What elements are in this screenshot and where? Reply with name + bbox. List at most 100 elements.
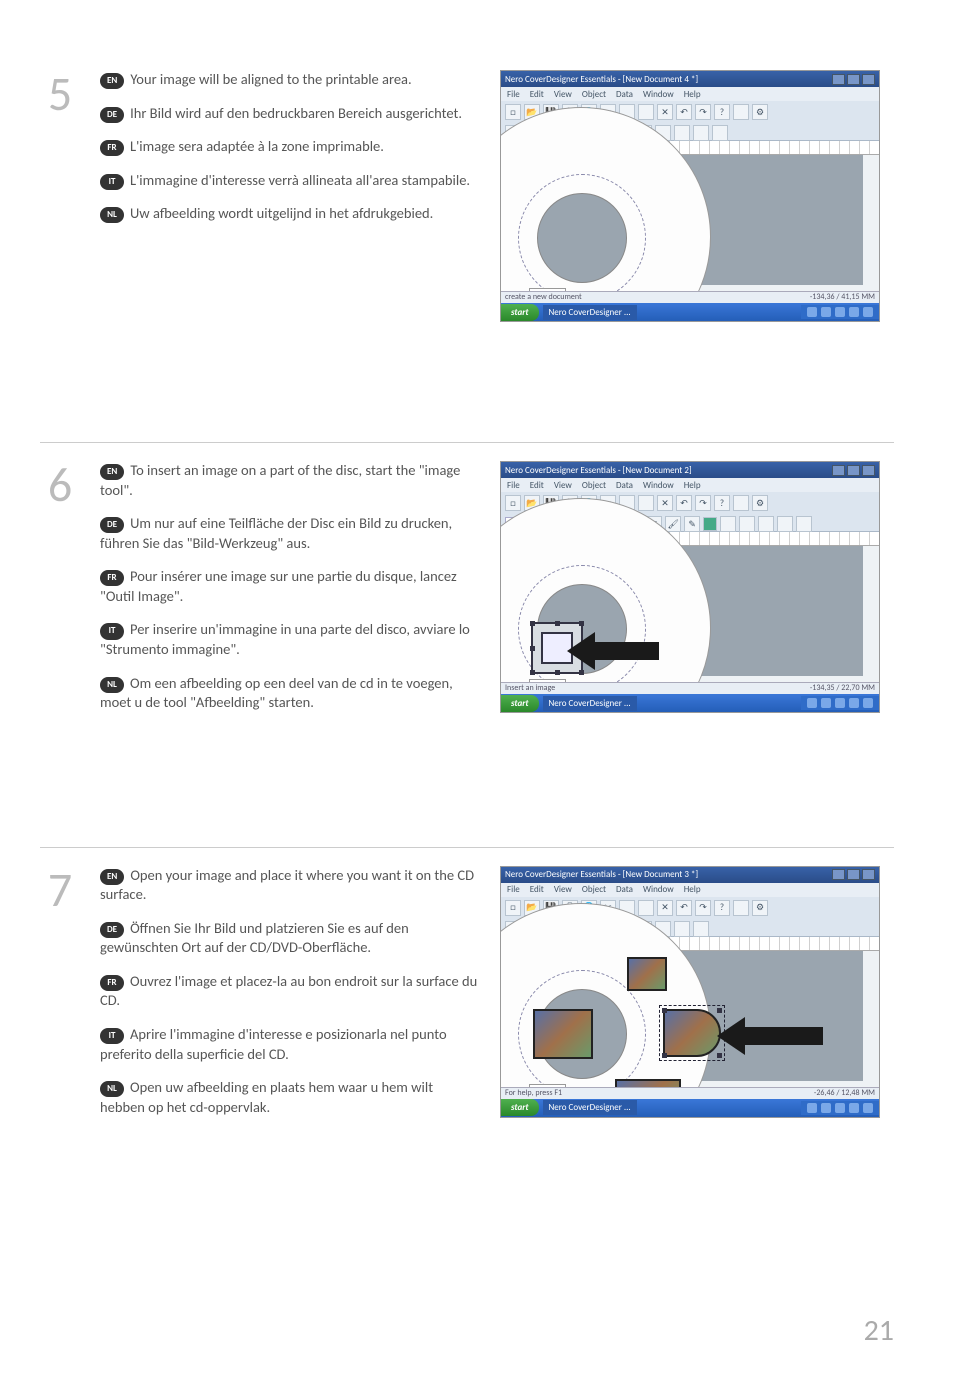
tray-icon bbox=[863, 1103, 873, 1113]
menu-object: Object bbox=[582, 89, 606, 100]
step-6-text: ENTo insert an image on a part of the di… bbox=[100, 461, 480, 727]
new-icon: □ bbox=[505, 104, 521, 120]
redo-icon: ↷ bbox=[695, 104, 711, 120]
menu-file: File bbox=[507, 89, 520, 100]
lang-it: IT bbox=[100, 623, 124, 639]
annotation-arrow bbox=[589, 642, 659, 660]
status-message: For help, press F1 bbox=[505, 1088, 562, 1099]
start-button: start bbox=[501, 695, 539, 712]
window-title: Nero CoverDesigner Essentials - [New Doc… bbox=[505, 869, 698, 880]
paste-icon bbox=[638, 104, 654, 120]
lang-de: DE bbox=[100, 922, 124, 938]
tray-icon bbox=[849, 698, 859, 708]
new-icon: □ bbox=[505, 900, 521, 916]
s5-fr: L'image sera adaptée à la zone imprimabl… bbox=[130, 137, 384, 155]
s6-fr: Pour insérer une image sur une partie du… bbox=[100, 567, 457, 605]
delete-icon: ✕ bbox=[657, 104, 673, 120]
s6-it: Per inserire un'immagine in una parte de… bbox=[100, 620, 470, 658]
delete-icon: ✕ bbox=[657, 900, 673, 916]
menu-data: Data bbox=[616, 884, 633, 895]
align4-icon bbox=[674, 125, 690, 141]
lang-fr: FR bbox=[100, 570, 124, 586]
s7-it: Aprire l'immagine d'interesse e posizion… bbox=[100, 1025, 447, 1063]
status-unit: MM bbox=[861, 1088, 875, 1098]
statusbar: Insert an image -134,35 / 22,70 MM bbox=[501, 682, 879, 694]
screenshot-6: Nero CoverDesigner Essentials - [New Doc… bbox=[500, 461, 880, 713]
step-number-5: 5 bbox=[40, 70, 80, 118]
redo-icon: ↷ bbox=[695, 900, 711, 916]
taskbar-item: Nero CoverDesigner ... bbox=[543, 305, 637, 320]
info-icon bbox=[733, 495, 749, 511]
lang-it: IT bbox=[100, 1028, 124, 1044]
workspace bbox=[529, 155, 863, 285]
statusbar: For help, press F1 -26,46 / 12,48 MM bbox=[501, 1087, 879, 1099]
statusbar: create a new document -134,36 / 41,15 MM bbox=[501, 291, 879, 303]
status-message: create a new document bbox=[505, 292, 582, 303]
tray-icon bbox=[807, 307, 817, 317]
menu-help: Help bbox=[684, 89, 701, 100]
screenshot-7: Nero CoverDesigner Essentials - [New Doc… bbox=[500, 866, 880, 1118]
status-coords: -134,35 / 22,70 bbox=[810, 683, 860, 693]
status-message: Insert an image bbox=[505, 683, 555, 694]
taskbar: start Nero CoverDesigner ... bbox=[501, 694, 879, 712]
menubar: File Edit View Object Data Window Help bbox=[501, 883, 879, 897]
step-5-text: ENYour image will be aligned to the prin… bbox=[100, 70, 480, 238]
menu-view: View bbox=[554, 89, 572, 100]
grid-icon bbox=[693, 125, 709, 141]
system-tray bbox=[801, 696, 879, 710]
undo-icon: ↶ bbox=[676, 495, 692, 511]
menu-object: Object bbox=[582, 884, 606, 895]
pen-icon: ✎ bbox=[684, 516, 700, 532]
workspace bbox=[529, 546, 863, 676]
help-icon: ? bbox=[714, 900, 730, 916]
lang-en: EN bbox=[100, 464, 124, 480]
info-icon bbox=[733, 900, 749, 916]
menu-help: Help bbox=[684, 884, 701, 895]
s5-it: L'immagine d'interesse verrà allineata a… bbox=[130, 171, 470, 189]
s7-de: Öffnen Sie Ihr Bild und platzieren Sie e… bbox=[100, 919, 409, 957]
lang-de: DE bbox=[100, 107, 124, 123]
s6-de: Um nur auf eine Teilfläche der Disc ein … bbox=[100, 514, 452, 552]
s5-de: Ihr Bild wird auf den bedruckbaren Berei… bbox=[130, 104, 462, 122]
menu-file: File bbox=[507, 884, 520, 895]
close-icon bbox=[862, 465, 875, 476]
undo-icon: ↶ bbox=[676, 104, 692, 120]
align3-icon bbox=[758, 516, 774, 532]
menu-window: Window bbox=[643, 884, 674, 895]
lang-fr: FR bbox=[100, 975, 124, 991]
step-7-text: ENOpen your image and place it where you… bbox=[100, 866, 480, 1132]
tray-icon bbox=[821, 698, 831, 708]
menubar: File Edit View Object Data Window Help bbox=[501, 478, 879, 492]
tray-icon bbox=[863, 698, 873, 708]
start-button: start bbox=[501, 1099, 539, 1116]
minimize-icon bbox=[832, 465, 845, 476]
s5-nl: Uw afbeelding wordt uitgelijnd in het af… bbox=[130, 204, 433, 222]
placed-image bbox=[533, 1009, 593, 1059]
lang-nl: NL bbox=[100, 207, 124, 223]
menu-edit: Edit bbox=[530, 480, 544, 491]
menu-view: View bbox=[554, 480, 572, 491]
placed-image bbox=[627, 957, 667, 991]
minimize-icon bbox=[832, 869, 845, 880]
grid-icon bbox=[777, 516, 793, 532]
tray-icon bbox=[821, 307, 831, 317]
lang-en: EN bbox=[100, 869, 124, 885]
s6-nl: Om een afbeelding op een deel van de cd … bbox=[100, 674, 453, 712]
brush-icon: 🖌 bbox=[665, 516, 681, 532]
window-title: Nero CoverDesigner Essentials - [New Doc… bbox=[505, 465, 692, 476]
info-icon bbox=[733, 104, 749, 120]
step-number-7: 7 bbox=[40, 866, 80, 914]
window-titlebar: Nero CoverDesigner Essentials - [New Doc… bbox=[501, 867, 879, 883]
help-icon: ? bbox=[714, 104, 730, 120]
page-number: 21 bbox=[864, 1312, 894, 1349]
menu-edit: Edit bbox=[530, 884, 544, 895]
system-tray bbox=[801, 1101, 879, 1115]
taskbar-item: Nero CoverDesigner ... bbox=[543, 696, 637, 711]
window-titlebar: Nero CoverDesigner Essentials - [New Doc… bbox=[501, 462, 879, 478]
tray-icon bbox=[849, 1103, 859, 1113]
grid2-icon bbox=[796, 516, 812, 532]
settings-icon: ⚙ bbox=[752, 495, 768, 511]
lang-nl: NL bbox=[100, 1081, 124, 1097]
menu-data: Data bbox=[616, 89, 633, 100]
menu-object: Object bbox=[582, 480, 606, 491]
